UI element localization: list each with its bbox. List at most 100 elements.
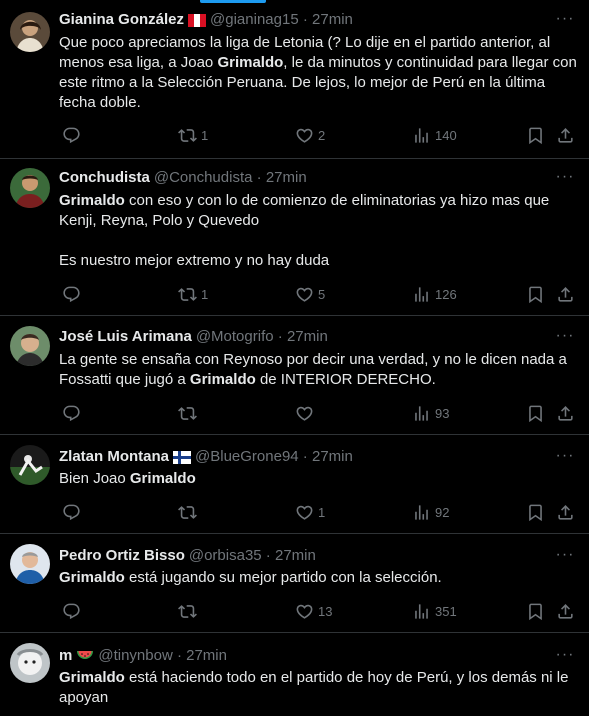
timestamp[interactable]: 27min: [275, 547, 316, 564]
avatar[interactable]: [10, 445, 50, 485]
share-button[interactable]: [552, 403, 575, 423]
user-handle[interactable]: @gianinag15: [210, 11, 299, 28]
highlighted-term: Grimaldo: [59, 669, 125, 686]
like-icon: [295, 404, 314, 423]
share-button[interactable]: [552, 125, 575, 145]
display-name[interactable]: Pedro Ortiz Bisso: [59, 547, 185, 564]
reply-button[interactable]: [58, 284, 81, 304]
reply-icon: [62, 503, 81, 522]
views-button[interactable]: 93: [408, 403, 449, 423]
timestamp[interactable]: 27min: [266, 169, 307, 186]
user-handle[interactable]: @Motogrifo: [196, 328, 274, 345]
tweet-actions: 1 5 126: [58, 284, 575, 304]
display-name[interactable]: Gianina González: [59, 11, 184, 28]
more-icon[interactable]: ···: [555, 547, 575, 568]
retweet-icon: [178, 404, 197, 423]
reply-button[interactable]: [58, 403, 81, 423]
share-button[interactable]: [552, 284, 575, 304]
retweet-button[interactable]: 1: [174, 125, 208, 145]
retweet-icon: [178, 602, 197, 621]
bookmark-button[interactable]: [522, 125, 545, 145]
tweet-text: Bien Joao Grimaldo: [59, 470, 196, 487]
bookmark-button[interactable]: [522, 502, 545, 522]
finland-emoji-icon: [169, 448, 192, 465]
retweet-button[interactable]: [174, 601, 197, 621]
retweet-button[interactable]: [174, 403, 197, 423]
avatar[interactable]: [10, 168, 50, 208]
share-button[interactable]: [552, 502, 575, 522]
like-button[interactable]: [291, 403, 314, 423]
tweet-actions: 1 92: [58, 502, 575, 522]
views-button[interactable]: 140: [408, 125, 457, 145]
tweet-actions: 13 351: [58, 601, 575, 621]
avatar[interactable]: [10, 326, 50, 366]
user-handle[interactable]: @Conchudista: [154, 169, 253, 186]
like-button[interactable]: 5: [291, 284, 325, 304]
more-icon[interactable]: ···: [555, 328, 575, 349]
more-icon[interactable]: ···: [555, 448, 575, 469]
user-handle[interactable]: @orbisa35: [189, 547, 262, 564]
timestamp[interactable]: 27min: [186, 647, 227, 664]
tweet-header: Zlatan Montana @BlueGrone94 · 27min: [59, 447, 529, 467]
bookmark-button[interactable]: [522, 284, 545, 304]
views-icon: [412, 503, 431, 522]
share-icon: [556, 503, 575, 522]
tweet-header: Conchudista @Conchudista · 27min: [59, 168, 529, 188]
reply-icon: [62, 126, 81, 145]
reply-icon: [62, 285, 81, 304]
retweet-button[interactable]: [174, 502, 197, 522]
highlighted-term: Grimaldo: [59, 192, 125, 209]
likes-count: 1: [318, 504, 326, 520]
like-button[interactable]: 1: [291, 502, 325, 522]
timestamp[interactable]: 27min: [312, 448, 353, 465]
reply-button[interactable]: [58, 125, 81, 145]
retweet-button[interactable]: 1: [174, 284, 208, 304]
display-name[interactable]: José Luis Arimana: [59, 328, 192, 345]
timestamp[interactable]: 27min: [287, 328, 328, 345]
views-button[interactable]: 351: [408, 601, 457, 621]
separator-dot: ·: [298, 11, 313, 28]
tweet-header: José Luis Arimana @Motogrifo · 27min: [59, 327, 529, 347]
reply-button[interactable]: [58, 502, 81, 522]
views-button[interactable]: 126: [408, 284, 457, 304]
reply-button[interactable]: [58, 601, 81, 621]
display-name[interactable]: Zlatan Montana: [59, 448, 169, 465]
avatar[interactable]: [10, 12, 50, 52]
highlighted-term: Grimaldo: [129, 470, 196, 487]
bookmark-icon: [526, 503, 545, 522]
views-icon: [412, 285, 431, 304]
share-button[interactable]: [552, 601, 575, 621]
timestamp[interactable]: 27min: [312, 11, 353, 28]
tweet[interactable]: Zlatan Montana @BlueGrone94 · 27min ··· Bie…: [0, 435, 589, 534]
tweet-actions: 93: [58, 403, 575, 423]
bookmark-button[interactable]: [522, 601, 545, 621]
highlighted-term: Grimaldo: [217, 54, 284, 71]
bookmark-button[interactable]: [522, 403, 545, 423]
user-handle[interactable]: @BlueGrone94: [195, 448, 299, 465]
display-name[interactable]: Conchudista: [59, 169, 150, 186]
watermelon-emoji-icon: [72, 647, 94, 664]
like-button[interactable]: 2: [291, 125, 325, 145]
avatar[interactable]: [10, 544, 50, 584]
tweet[interactable]: Gianina González @gianinag15 · 27min ··· Qu…: [0, 0, 589, 159]
tweet[interactable]: José Luis Arimana @Motogrifo · 27min ··· La…: [0, 316, 589, 435]
retweet-icon: [178, 503, 197, 522]
more-icon[interactable]: ···: [555, 11, 575, 32]
tweet-text: Grimaldo está jugando su mejor partido c…: [59, 569, 442, 586]
more-icon[interactable]: ···: [555, 647, 575, 668]
likes-count: 2: [318, 127, 326, 143]
tweet[interactable]: m @tinynbow · 27min ··· Grimaldo está hacie…: [0, 633, 589, 716]
like-button[interactable]: 13: [291, 601, 332, 621]
tweet[interactable]: Pedro Ortiz Bisso @orbisa35 · 27min ··· Gri…: [0, 534, 589, 633]
bookmark-icon: [526, 602, 545, 621]
user-handle[interactable]: @tinynbow: [98, 647, 172, 664]
views-count: 92: [435, 504, 450, 520]
bookmark-icon: [526, 285, 545, 304]
tweet[interactable]: Conchudista @Conchudista · 27min ··· Grimal…: [0, 159, 589, 316]
avatar[interactable]: [10, 643, 50, 683]
tweet-actions: 1 2 140: [58, 125, 575, 145]
views-button[interactable]: 92: [408, 502, 449, 522]
more-icon[interactable]: ···: [555, 169, 575, 190]
display-name[interactable]: m: [59, 647, 72, 664]
tweet-header: Pedro Ortiz Bisso @orbisa35 · 27min: [59, 546, 529, 566]
